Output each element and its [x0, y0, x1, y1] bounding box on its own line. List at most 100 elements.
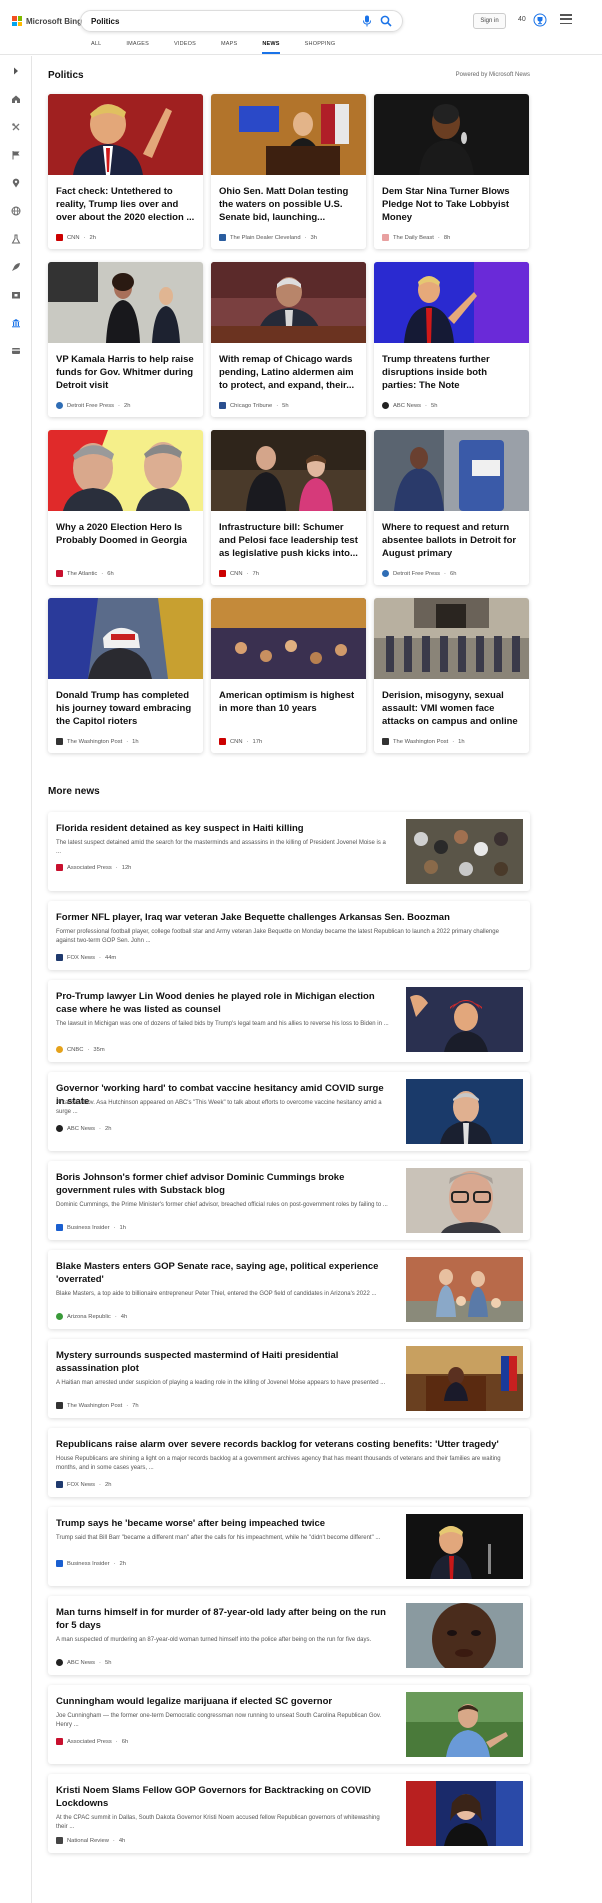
- news-card[interactable]: American optimism is highest in more tha…: [211, 598, 366, 753]
- news-card[interactable]: Dem Star Nina Turner Blows Pledge Not to…: [374, 94, 529, 249]
- news-list-item[interactable]: Former NFL player, Iraq war veteran Jake…: [48, 901, 530, 970]
- more-news-heading: More news: [48, 786, 100, 797]
- source-name: The Daily Beast: [393, 234, 434, 241]
- source-name: Arizona Republic: [67, 1313, 111, 1320]
- tab-news[interactable]: NEWS: [262, 40, 280, 54]
- news-card[interactable]: Derision, misogyny, sexual assault: VMI …: [374, 598, 529, 753]
- news-source: National Review · 4h: [56, 1837, 125, 1844]
- news-title[interactable]: VP Kamala Harris to help raise funds for…: [56, 353, 196, 392]
- bing-logo[interactable]: Microsoft Bing: [12, 15, 82, 27]
- news-title[interactable]: Former NFL player, Iraq war veteran Jake…: [56, 911, 516, 924]
- news-age: 4h: [118, 1837, 126, 1844]
- source-name: The Washington Post: [67, 1402, 123, 1409]
- flag-icon[interactable]: [11, 150, 21, 160]
- news-title[interactable]: Boris Johnson's former chief advisor Dom…: [56, 1171, 391, 1197]
- news-age: 5h: [430, 402, 438, 409]
- news-list-item[interactable]: Blake Masters enters GOP Senate race, sa…: [48, 1250, 530, 1329]
- news-list-item[interactable]: Florida resident detained as key suspect…: [48, 812, 530, 891]
- rewards-trophy-icon[interactable]: [533, 13, 547, 27]
- news-title[interactable]: Where to request and return absentee bal…: [382, 521, 522, 560]
- home-icon[interactable]: [11, 94, 21, 104]
- news-title[interactable]: Pro-Trump lawyer Lin Wood denies he play…: [56, 990, 391, 1016]
- menu-icon[interactable]: [560, 14, 572, 24]
- source-name: ABC News: [67, 1125, 96, 1132]
- source-logo-icon: [219, 234, 226, 241]
- microphone-icon[interactable]: [362, 15, 372, 27]
- news-title[interactable]: Mystery surrounds suspected mastermind o…: [56, 1349, 391, 1375]
- sign-in-button[interactable]: Sign in: [473, 13, 506, 29]
- news-age: 35m: [93, 1046, 105, 1053]
- news-card[interactable]: VP Kamala Harris to help raise funds for…: [48, 262, 203, 417]
- powered-by-label[interactable]: Powered by Microsoft News: [456, 72, 530, 78]
- news-title[interactable]: Ohio Sen. Matt Dolan testing the waters …: [219, 185, 359, 224]
- search-input[interactable]: Politics: [91, 17, 362, 26]
- news-title[interactable]: Fact check: Untethered to reality, Trump…: [56, 185, 196, 224]
- news-thumbnail: [406, 1168, 523, 1233]
- news-list-item[interactable]: Trump says he 'became worse' after being…: [48, 1507, 530, 1586]
- news-title[interactable]: Trump threatens further disruptions insi…: [382, 353, 522, 392]
- news-title[interactable]: Cunningham would legalize marijuana if e…: [56, 1695, 391, 1708]
- science-icon[interactable]: [11, 234, 21, 244]
- news-title[interactable]: Kristi Noem Slams Fellow GOP Governors f…: [56, 1784, 391, 1810]
- bank-icon[interactable]: [11, 318, 21, 328]
- news-title[interactable]: Blake Masters enters GOP Senate race, sa…: [56, 1260, 391, 1286]
- globe-icon[interactable]: [11, 206, 21, 216]
- source-logo-icon: [382, 402, 389, 409]
- news-title[interactable]: Florida resident detained as key suspect…: [56, 822, 391, 835]
- news-thumbnail: [406, 1692, 523, 1757]
- news-list-item[interactable]: Pro-Trump lawyer Lin Wood denies he play…: [48, 980, 530, 1062]
- news-title[interactable]: Dem Star Nina Turner Blows Pledge Not to…: [382, 185, 522, 224]
- tools-icon[interactable]: [11, 122, 21, 132]
- news-title[interactable]: Why a 2020 Election Hero Is Probably Doo…: [56, 521, 196, 547]
- news-source: Business Insider · 2h: [56, 1560, 126, 1567]
- card-icon[interactable]: [11, 346, 21, 356]
- rewards-points[interactable]: 40: [518, 16, 526, 23]
- location-pin-icon[interactable]: [11, 178, 21, 188]
- source-logo-icon: [56, 864, 63, 871]
- movie-icon[interactable]: [11, 290, 21, 300]
- news-title[interactable]: Infrastructure bill: Schumer and Pelosi …: [219, 521, 359, 560]
- news-title[interactable]: American optimism is highest in more tha…: [219, 689, 359, 715]
- news-source: CNN · 7h: [219, 570, 259, 577]
- news-title[interactable]: With remap of Chicago wards pending, Lat…: [219, 353, 359, 392]
- news-age: 8h: [443, 234, 451, 241]
- news-card[interactable]: Where to request and return absentee bal…: [374, 430, 529, 585]
- news-title[interactable]: Republicans raise alarm over severe reco…: [56, 1438, 516, 1451]
- tab-shopping[interactable]: SHOPPING: [305, 40, 336, 54]
- news-snippet: At the CPAC summit in Dallas, South Dako…: [56, 1815, 380, 1830]
- news-age: 6h: [121, 1738, 129, 1745]
- source-logo-icon: [56, 1481, 63, 1488]
- news-title[interactable]: Derision, misogyny, sexual assault: VMI …: [382, 689, 522, 728]
- news-card[interactable]: Fact check: Untethered to reality, Trump…: [48, 94, 203, 249]
- search-icon[interactable]: [380, 15, 392, 27]
- search-box[interactable]: Politics: [80, 10, 403, 32]
- source-name: FOX News: [67, 954, 96, 961]
- tab-maps[interactable]: MAPS: [221, 40, 237, 54]
- news-card[interactable]: Trump threatens further disruptions insi…: [374, 262, 529, 417]
- news-card[interactable]: Infrastructure bill: Schumer and Pelosi …: [211, 430, 366, 585]
- news-card[interactable]: With remap of Chicago wards pending, Lat…: [211, 262, 366, 417]
- news-title[interactable]: Man turns himself in for murder of 87-ye…: [56, 1606, 391, 1632]
- news-list-item[interactable]: Boris Johnson's former chief advisor Dom…: [48, 1161, 530, 1240]
- news-list-item[interactable]: Kristi Noem Slams Fellow GOP Governors f…: [48, 1774, 530, 1853]
- news-snippet: Dominic Cummings, the Prime Minister's f…: [56, 1202, 388, 1208]
- news-source: FOX News · 2h: [56, 1481, 111, 1488]
- news-list-item[interactable]: Cunningham would legalize marijuana if e…: [48, 1685, 530, 1764]
- news-source: ABC News · 5h: [56, 1659, 111, 1666]
- news-card[interactable]: Ohio Sen. Matt Dolan testing the waters …: [211, 94, 366, 249]
- tab-all[interactable]: ALL: [91, 40, 101, 54]
- expand-icon[interactable]: [11, 66, 21, 76]
- news-image: [211, 94, 366, 175]
- news-title[interactable]: Trump says he 'became worse' after being…: [56, 1517, 391, 1530]
- rocket-icon[interactable]: [11, 262, 21, 272]
- news-list-item[interactable]: Man turns himself in for murder of 87-ye…: [48, 1596, 530, 1675]
- news-list-item[interactable]: Mystery surrounds suspected mastermind o…: [48, 1339, 530, 1418]
- news-card[interactable]: Donald Trump has completed his journey t…: [48, 598, 203, 753]
- news-list-item[interactable]: Governor 'working hard' to combat vaccin…: [48, 1072, 530, 1151]
- news-list-item[interactable]: Republicans raise alarm over severe reco…: [48, 1428, 530, 1497]
- news-card[interactable]: Why a 2020 Election Hero Is Probably Doo…: [48, 430, 203, 585]
- tab-videos[interactable]: VIDEOS: [174, 40, 196, 54]
- news-source: The Plain Dealer Cleveland · 3h: [219, 234, 317, 241]
- news-title[interactable]: Donald Trump has completed his journey t…: [56, 689, 196, 728]
- tab-images[interactable]: IMAGES: [126, 40, 149, 54]
